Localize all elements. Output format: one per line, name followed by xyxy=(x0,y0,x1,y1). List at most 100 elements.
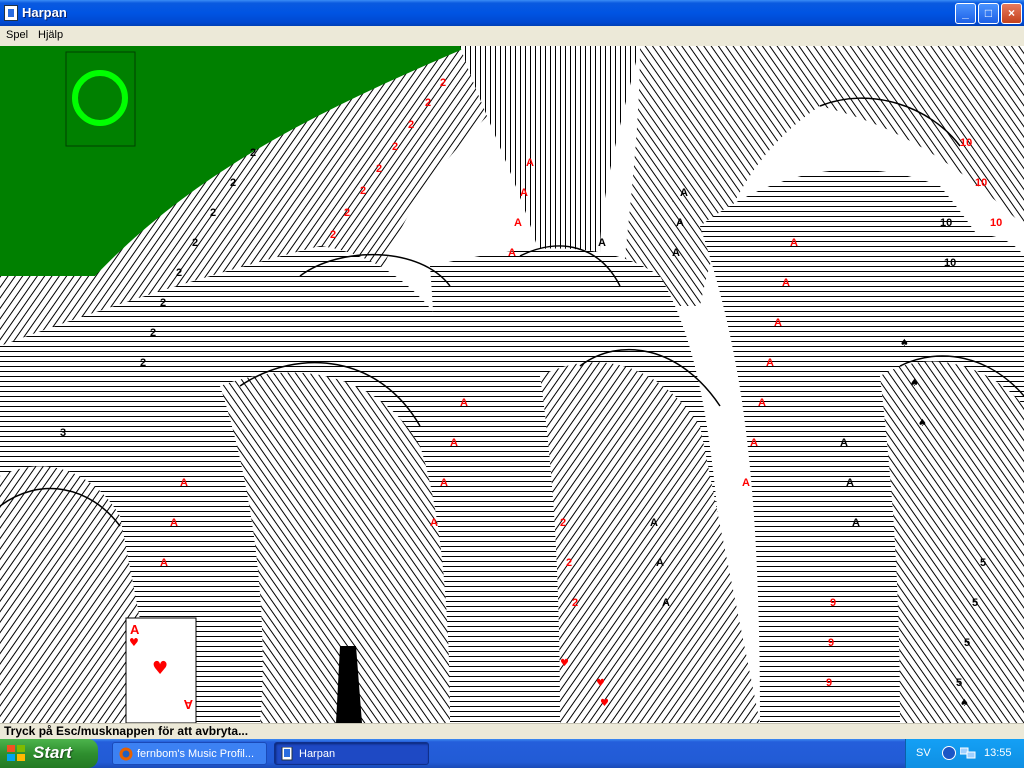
trail-black-rank: 10 xyxy=(944,257,956,269)
trail-red-rank: 2 xyxy=(330,229,336,241)
trail-spade: ♠ xyxy=(910,378,919,389)
trail-red-rank: A xyxy=(514,217,522,229)
trail-black-rank: 2 xyxy=(192,237,198,249)
trail-red-rank: A xyxy=(742,477,750,489)
trail-spade: ♠ xyxy=(960,698,969,709)
taskbar-item-firefox[interactable]: fernbom's Music Profil... xyxy=(112,742,267,765)
trail-heart: ♥ xyxy=(560,658,569,669)
trail-black-rank: 3 xyxy=(60,427,66,439)
trail-red-rank: A xyxy=(520,187,528,199)
taskbar-item-harpan[interactable]: Harpan xyxy=(274,742,429,765)
card-suit-top: ♥ xyxy=(129,636,139,649)
card-trail-10 xyxy=(880,361,1024,723)
trail-red-rank: 9 xyxy=(830,597,836,609)
trail-red-rank: 10 xyxy=(975,177,987,189)
trail-black-rank: 5 xyxy=(980,557,986,569)
trail-black-rank: 2 xyxy=(160,297,166,309)
trail-red-rank: A xyxy=(170,517,178,529)
trail-heart: ♥ xyxy=(600,698,609,709)
network-icon[interactable] xyxy=(960,746,976,760)
trail-red-rank: A xyxy=(460,397,468,409)
trail-red-rank: A xyxy=(774,317,782,329)
menu-hjalp[interactable]: Hjälp xyxy=(36,28,65,42)
trail-red-rank: 2 xyxy=(376,163,382,175)
close-button[interactable]: × xyxy=(1001,3,1022,24)
card-rank-top: A xyxy=(130,622,140,637)
trail-red-rank: A xyxy=(450,437,458,449)
trail-red-rank: A xyxy=(750,437,758,449)
trail-black-rank: 2 xyxy=(250,147,256,159)
trail-black-rank: 5 xyxy=(964,637,970,649)
trail-red-rank: A xyxy=(526,157,534,169)
status-bar: Tryck på Esc/musknappen för att avbryta.… xyxy=(0,723,1024,740)
harpan-icon xyxy=(281,747,293,761)
system-tray: SV 13:55 xyxy=(905,739,1024,768)
trail-red-rank: A xyxy=(160,557,168,569)
trail-red-rank: A xyxy=(180,477,188,489)
game-area[interactable]: 2 2 2 2 2 2 2 2 A A A A A A A A A A A A … xyxy=(0,46,1024,723)
trail-black-rank: 10 xyxy=(940,217,952,229)
maximize-button[interactable]: □ xyxy=(978,3,999,24)
trail-black-rank: 2 xyxy=(230,177,236,189)
trail-black-rank: A xyxy=(852,517,860,529)
trail-black-rank: 5 xyxy=(956,677,962,689)
trail-red-rank: A xyxy=(782,277,790,289)
trail-black-rank: A xyxy=(840,437,848,449)
trail-red-rank: A xyxy=(440,477,448,489)
trail-black-rank: 2 xyxy=(140,357,146,369)
trail-black-rank: 2 xyxy=(150,327,156,339)
trail-red-rank: A xyxy=(790,237,798,249)
menu-bar: Spel Hjälp xyxy=(0,26,1024,46)
trail-heart: ♥ xyxy=(596,678,605,689)
trail-red-rank: 2 xyxy=(425,97,431,109)
ace-of-hearts-card: A ♥ ♥ A xyxy=(125,617,197,723)
trail-spade: ♠ xyxy=(918,418,927,429)
firefox-icon xyxy=(119,747,133,761)
trail-black-rank: A xyxy=(676,217,684,229)
taskbar-item-label: fernbom's Music Profil... xyxy=(137,748,255,760)
trail-black-rank: 2 xyxy=(210,207,216,219)
start-label: Start xyxy=(33,743,72,762)
trail-red-rank: 2 xyxy=(344,207,350,219)
trail-red-rank: 2 xyxy=(360,185,366,197)
trail-black-rank: A xyxy=(672,247,680,259)
title-bar[interactable]: Harpan _ □ × xyxy=(0,0,1024,26)
trail-red-rank: 2 xyxy=(566,557,572,569)
card-cascade-canvas: 2 2 2 2 2 2 2 2 A A A A A A A A A A A A … xyxy=(0,46,1024,723)
trail-red-rank: A xyxy=(758,397,766,409)
status-message: Tryck på Esc/musknappen för att avbryta.… xyxy=(4,724,249,738)
harpan-app-icon xyxy=(4,5,18,21)
menu-spel[interactable]: Spel xyxy=(4,28,30,42)
minimize-button[interactable]: _ xyxy=(955,3,976,24)
trail-red-rank: 10 xyxy=(960,137,972,149)
trail-black-rank: A xyxy=(846,477,854,489)
clock: 13:55 xyxy=(984,747,1012,759)
trail-black-rank: A xyxy=(650,517,658,529)
trail-red-rank: 9 xyxy=(826,677,832,689)
trail-red-rank: 2 xyxy=(392,141,398,153)
trail-red-rank: 2 xyxy=(560,517,566,529)
trail-red-rank: 2 xyxy=(572,597,578,609)
windows-logo-icon xyxy=(7,745,25,761)
trail-red-rank: 9 xyxy=(828,637,834,649)
trail-red-rank: 2 xyxy=(440,77,446,89)
tray-arrow-icon[interactable] xyxy=(942,746,956,760)
trail-black-rank: 2 xyxy=(176,267,182,279)
trail-red-rank: 10 xyxy=(990,217,1002,229)
trail-red-rank: 2 xyxy=(408,119,414,131)
trail-red-rank: A xyxy=(430,517,438,529)
trail-black-rank: A xyxy=(680,187,688,199)
trail-spade: ♠ xyxy=(900,338,909,349)
trail-red-rank: A xyxy=(508,247,516,259)
trail-black-rank: 5 xyxy=(972,597,978,609)
card-rank-bottom: A xyxy=(183,697,193,712)
trail-red-rank: A xyxy=(766,357,774,369)
start-button[interactable]: Start xyxy=(0,739,98,768)
window-title: Harpan xyxy=(22,5,67,20)
trail-black-rank: A xyxy=(656,557,664,569)
trail-black-rank: A xyxy=(662,597,670,609)
taskbar-item-label: Harpan xyxy=(299,748,336,760)
taskbar: Start fernbom's Music Profil... Harpan S… xyxy=(0,739,1024,768)
language-indicator[interactable]: SV xyxy=(916,747,931,759)
card-center-suit: ♥ xyxy=(152,658,168,679)
